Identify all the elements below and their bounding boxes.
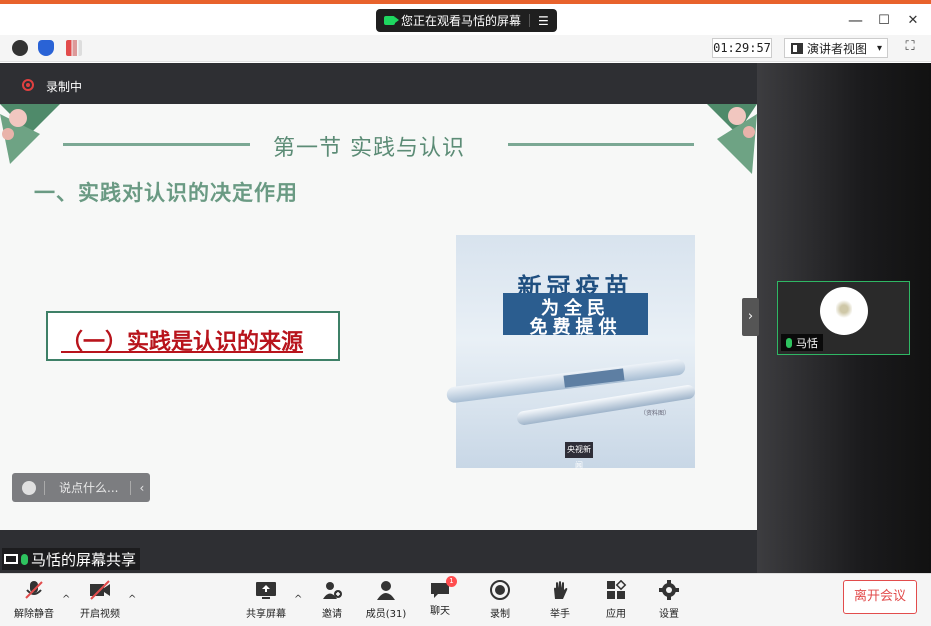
invite-button[interactable]: 邀请 [304,580,360,620]
screen-share-owner: 马恬的屏幕共享 [31,550,137,569]
recording-label: 录制中 [46,80,83,94]
leave-meeting-button[interactable]: 离开会议 [843,580,917,614]
raise-hand-button[interactable]: 举手 [532,580,588,620]
share-screen-icon [256,582,276,599]
invite-label: 邀请 [322,609,342,620]
sharing-notice-pill[interactable]: 您正在观看马恬的屏幕 ☰ [376,9,557,32]
raise-hand-label: 举手 [550,609,570,620]
title-rule-left [63,143,250,146]
slide-title: 第一节 实践与认识 [273,136,465,161]
hand-icon [554,581,568,599]
unmute-button[interactable]: 解除静音 [6,580,62,620]
share-options-caret[interactable]: ^ [294,594,302,605]
highlight-box: （一）实践是认识的来源 [46,311,340,361]
presentation-slide: 第一节 实践与认识 一、实践对认识的决定作用 （一）实践是认识的来源 新冠疫苗 … [0,104,757,530]
chat-button[interactable]: 1 聊天 [412,576,468,617]
minimize-button[interactable]: — [848,13,863,28]
members-label: 成员(31) [365,609,407,620]
apps-button[interactable]: 应用 [588,579,644,620]
meeting-toolbar: 01:29:57 演讲者视图 ▾ ⛶ [0,35,931,62]
menu-icon[interactable]: ☰ [538,14,549,28]
sharing-notice-text: 您正在观看马恬的屏幕 [401,14,522,28]
camera-icon [384,16,399,25]
slide-heading: 一、实践对认识的决定作用 [34,181,298,205]
poster-band: 为全民 免费提供 [503,293,648,338]
gear-icon [659,580,679,600]
members-icon [377,581,395,600]
apps-label: 应用 [606,609,626,620]
share-screen-label: 共享屏幕 [246,609,286,620]
settings-button[interactable]: 设置 [641,580,697,620]
video-off-icon [90,580,110,600]
chat-icon: 1 [429,576,457,600]
floral-corner-left [0,104,60,164]
recording-bar: 录制中 [0,63,757,104]
title-rule-right [508,143,694,146]
emoji-icon[interactable] [22,480,36,495]
poster-line-2: 免费提供 [529,317,622,338]
record-label: 录制 [490,609,510,620]
members-button[interactable]: 成员(31) [358,580,414,620]
close-button[interactable]: ✕ [906,13,920,28]
microphone-icon [786,337,792,348]
audio-options-caret[interactable]: ^ [62,594,70,605]
video-options-caret[interactable]: ^ [128,594,136,605]
invite-user-icon [323,582,342,599]
security-shield-icon[interactable] [38,40,54,56]
chat-unread-badge: 1 [446,576,457,587]
record-icon [490,580,510,600]
divider [44,480,45,495]
screen-share-label: 马恬的屏幕共享 [2,548,141,570]
speaker-view-icon [791,42,803,54]
chat-placeholder: 说点什么... [59,481,119,495]
title-bar: 您正在观看马恬的屏幕 ☰ — ☐ ✕ [0,4,931,34]
fullscreen-icon[interactable]: ⛶ [901,39,919,57]
vaccine-poster-image: 新冠疫苗 为全民 免费提供 （资料图） 央视新闻 [445,235,696,470]
recording-icon [22,79,34,91]
settings-label: 设置 [659,609,679,620]
chevron-down-icon: ▾ [877,42,883,54]
view-mode-dropdown[interactable]: 演讲者视图 ▾ [784,38,888,58]
start-video-button[interactable]: 开启视频 [72,580,128,620]
divider [529,14,531,27]
mic-muted-icon [25,581,43,599]
chat-label: 聊天 [430,606,450,617]
participant-tile[interactable]: 马恬 [777,281,910,355]
start-video-label: 开启视频 [80,609,120,620]
chat-input[interactable]: 说点什么... ‹ [12,473,150,502]
maximize-button[interactable]: ☐ [877,13,891,28]
collapse-panel-button[interactable]: › [742,298,759,336]
participant-name: 马恬 [796,336,818,350]
record-button[interactable]: 录制 [472,580,528,620]
signal-strength-icon[interactable] [66,40,82,56]
control-bar: 解除静音 ^ 开启视频 ^ 共享屏幕 ^ 邀请 成员(31) 1 聊天 录制 举… [0,573,931,626]
info-icon[interactable] [12,40,28,56]
unmute-label: 解除静音 [14,609,54,620]
collapse-chat-icon[interactable]: ‹ [130,480,144,495]
view-mode-label: 演讲者视图 [807,41,868,56]
participant-name-tag: 马恬 [781,334,823,351]
avatar [820,287,868,335]
meeting-timer: 01:29:57 [712,38,772,58]
share-screen-button[interactable]: 共享屏幕 [238,580,294,620]
microphone-icon [21,553,28,565]
news-logo: 央视新闻 [565,442,593,470]
poster-note: （资料图） [640,410,671,417]
floral-corner-right [707,104,757,174]
highlight-box-text: （一）实践是认识的来源 [61,330,304,355]
apps-icon [607,579,627,599]
screen-share-icon [4,554,18,564]
